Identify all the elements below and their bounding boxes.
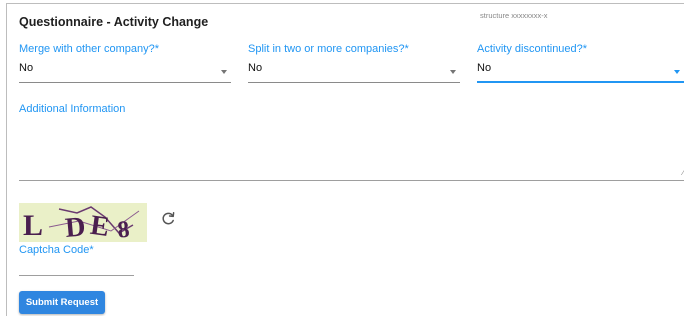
- form-title: Questionnaire - Activity Change: [19, 15, 209, 29]
- merge-select-value: No: [19, 62, 34, 74]
- split-field: Split in two or more companies?* No: [248, 43, 460, 83]
- discontinued-label: Activity discontinued?*: [477, 43, 588, 55]
- captcha-char-1: L: [23, 209, 43, 242]
- additional-info-textarea[interactable]: Additional Information ∕: [19, 99, 684, 181]
- captcha-image: L D E 8: [19, 203, 147, 242]
- discontinued-select[interactable]: No: [477, 61, 684, 83]
- chevron-down-icon[interactable]: [221, 70, 227, 74]
- merge-select[interactable]: No: [19, 61, 231, 83]
- submit-request-button[interactable]: Submit Request: [19, 291, 105, 314]
- split-label: Split in two or more companies?*: [248, 43, 409, 55]
- merge-label: Merge with other company?*: [19, 43, 160, 55]
- merge-field: Merge with other company?* No: [19, 43, 231, 83]
- structure-note: structure xxxxxxxx-x: [480, 11, 548, 20]
- additional-info-label: Additional Information: [19, 103, 126, 115]
- refresh-icon[interactable]: [160, 211, 176, 227]
- discontinued-field: Activity discontinued?* No: [477, 43, 684, 83]
- captcha-label: Captcha Code*: [19, 244, 94, 256]
- discontinued-select-value: No: [477, 62, 492, 74]
- split-select-value: No: [248, 62, 263, 74]
- captcha-char-2: D: [64, 211, 87, 242]
- captcha-input[interactable]: [19, 258, 134, 276]
- chevron-down-icon[interactable]: [674, 70, 680, 74]
- captcha-graphic: L D E 8: [19, 203, 147, 242]
- split-select[interactable]: No: [248, 61, 460, 83]
- chevron-down-icon[interactable]: [450, 70, 456, 74]
